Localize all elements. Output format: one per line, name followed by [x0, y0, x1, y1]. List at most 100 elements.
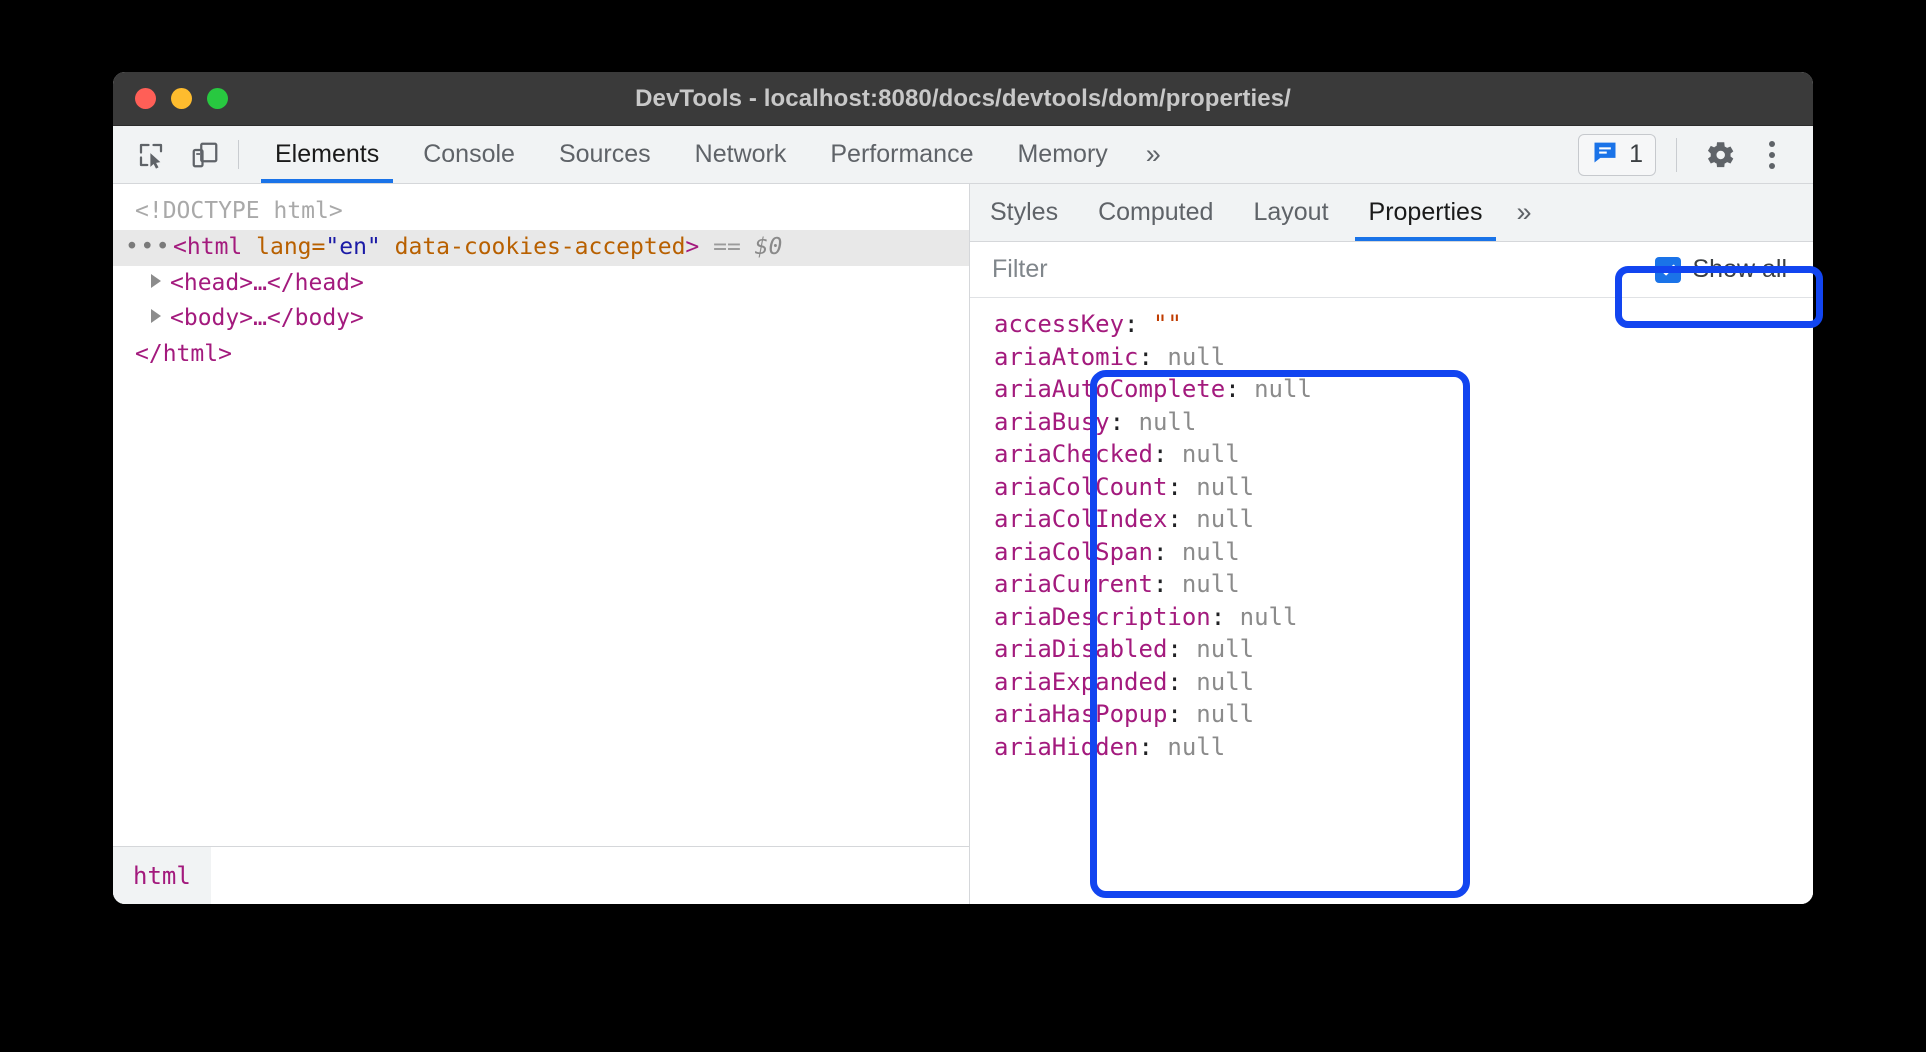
- zoom-window-button[interactable]: [207, 88, 228, 109]
- property-colon: :: [1139, 343, 1168, 371]
- property-name: ariaAutoComplete: [994, 375, 1225, 403]
- property-colon: :: [1139, 733, 1168, 761]
- expand-triangle-icon-head[interactable]: [151, 274, 161, 288]
- doctype-text: <!DOCTYPE html>: [135, 198, 343, 224]
- show-all-label: Show all: [1693, 255, 1788, 284]
- device-toolbar-icon[interactable]: [186, 136, 224, 174]
- toolbar-divider: [238, 140, 239, 169]
- tab-console[interactable]: Console: [401, 126, 537, 183]
- three-dot-menu-icon[interactable]: [1749, 132, 1795, 178]
- property-value: null: [1196, 668, 1254, 696]
- property-name: ariaBusy: [994, 408, 1110, 436]
- devtools-window: DevTools - localhost:8080/docs/devtools/…: [113, 72, 1813, 904]
- tab-sources[interactable]: Sources: [537, 126, 673, 183]
- html-tag-open: <html: [173, 234, 256, 260]
- property-value: "": [1153, 310, 1182, 338]
- dom-row-html-close[interactable]: </html>: [113, 337, 969, 373]
- property-row[interactable]: ariaDisabled: null: [970, 633, 1813, 666]
- devtools-main-toolbar: Elements Console Sources Network Perform…: [113, 126, 1813, 184]
- gear-icon[interactable]: [1697, 132, 1743, 178]
- toolbar-left-icons: [113, 126, 224, 183]
- dom-tree[interactable]: <!DOCTYPE html> •••<html lang="en" data-…: [113, 184, 969, 846]
- property-row[interactable]: ariaAutoComplete: null: [970, 373, 1813, 406]
- property-value: null: [1240, 603, 1298, 631]
- breadcrumb-item-html[interactable]: html: [113, 847, 211, 904]
- property-colon: :: [1167, 668, 1196, 696]
- html-closing-tag: </html>: [135, 341, 232, 367]
- panel-tabs: Elements Console Sources Network Perform…: [253, 126, 1177, 183]
- property-name: ariaChecked: [994, 440, 1153, 468]
- property-row[interactable]: ariaExpanded: null: [970, 666, 1813, 699]
- property-value: null: [1182, 440, 1240, 468]
- tab-network[interactable]: Network: [673, 126, 809, 183]
- property-row[interactable]: ariaColSpan: null: [970, 536, 1813, 569]
- property-value: null: [1254, 375, 1312, 403]
- properties-list[interactable]: accessKey: ""ariaAtomic: nullariaAutoCom…: [970, 298, 1813, 904]
- sidebar-more-chevron-icon[interactable]: »: [1502, 184, 1545, 241]
- property-row[interactable]: ariaCurrent: null: [970, 568, 1813, 601]
- property-colon: :: [1167, 473, 1196, 501]
- property-row[interactable]: accessKey: "": [970, 308, 1813, 341]
- tab-styles[interactable]: Styles: [970, 184, 1078, 241]
- dom-row-doctype[interactable]: <!DOCTYPE html>: [113, 194, 969, 230]
- property-colon: :: [1167, 700, 1196, 728]
- issues-badge[interactable]: 1: [1578, 134, 1656, 176]
- close-window-button[interactable]: [135, 88, 156, 109]
- checkbox-checked-icon[interactable]: [1655, 257, 1681, 283]
- property-colon: :: [1211, 603, 1240, 631]
- attr-lang-name[interactable]: lang: [256, 234, 311, 260]
- tab-properties[interactable]: Properties: [1349, 184, 1503, 241]
- property-colon: :: [1225, 375, 1254, 403]
- show-all-checkbox[interactable]: Show all: [1655, 255, 1788, 284]
- dom-row-body[interactable]: <body>…</body>: [113, 301, 969, 337]
- property-colon: :: [1153, 570, 1182, 598]
- breadcrumb: html: [113, 846, 969, 904]
- property-value: null: [1167, 733, 1225, 761]
- property-name: ariaDisabled: [994, 635, 1167, 663]
- elements-sidebar: Styles Computed Layout Properties » Show…: [970, 184, 1813, 904]
- tab-layout[interactable]: Layout: [1233, 184, 1348, 241]
- property-name: ariaHidden: [994, 733, 1139, 761]
- attr-data-cookies-accepted[interactable]: data-cookies-accepted: [381, 234, 686, 260]
- properties-filter-row: Show all: [970, 242, 1813, 298]
- property-name: accessKey: [994, 310, 1124, 338]
- inspect-element-icon[interactable]: [132, 136, 170, 174]
- tab-computed[interactable]: Computed: [1078, 184, 1233, 241]
- attr-lang-value[interactable]: "en": [325, 234, 380, 260]
- window-title: DevTools - localhost:8080/docs/devtools/…: [113, 85, 1813, 113]
- property-value: null: [1196, 700, 1254, 728]
- expand-dots-icon[interactable]: •••: [125, 234, 171, 260]
- property-row[interactable]: ariaAtomic: null: [970, 341, 1813, 374]
- tab-performance[interactable]: Performance: [808, 126, 995, 183]
- property-row[interactable]: ariaHasPopup: null: [970, 698, 1813, 731]
- dom-row-head[interactable]: <head>…</head>: [113, 266, 969, 302]
- property-name: ariaColCount: [994, 473, 1167, 501]
- property-row[interactable]: ariaColCount: null: [970, 471, 1813, 504]
- property-row[interactable]: ariaHidden: null: [970, 731, 1813, 764]
- property-value: null: [1196, 473, 1254, 501]
- tab-memory[interactable]: Memory: [995, 126, 1129, 183]
- tab-elements[interactable]: Elements: [253, 126, 401, 183]
- property-row[interactable]: ariaChecked: null: [970, 438, 1813, 471]
- property-row[interactable]: ariaDescription: null: [970, 601, 1813, 634]
- property-value: null: [1196, 505, 1254, 533]
- property-row[interactable]: ariaBusy: null: [970, 406, 1813, 439]
- tab-performance-label: Performance: [830, 140, 973, 169]
- traffic-lights: [135, 88, 228, 109]
- tab-properties-label: Properties: [1369, 198, 1483, 227]
- property-name: ariaCurrent: [994, 570, 1153, 598]
- dom-row-html-selected[interactable]: •••<html lang="en" data-cookies-accepted…: [113, 230, 969, 266]
- filter-input[interactable]: [970, 255, 1490, 284]
- property-name: ariaColSpan: [994, 538, 1153, 566]
- elements-panel: <!DOCTYPE html> •••<html lang="en" data-…: [113, 184, 970, 904]
- property-value: null: [1139, 408, 1197, 436]
- window-title-bar: DevTools - localhost:8080/docs/devtools/…: [113, 72, 1813, 126]
- more-panels-chevron-icon[interactable]: »: [1130, 126, 1177, 183]
- expand-triangle-icon-body[interactable]: [151, 309, 161, 323]
- minimize-window-button[interactable]: [171, 88, 192, 109]
- tab-console-label: Console: [423, 140, 515, 169]
- property-row[interactable]: ariaColIndex: null: [970, 503, 1813, 536]
- property-colon: :: [1110, 408, 1139, 436]
- tab-sources-label: Sources: [559, 140, 651, 169]
- tab-elements-label: Elements: [275, 140, 379, 169]
